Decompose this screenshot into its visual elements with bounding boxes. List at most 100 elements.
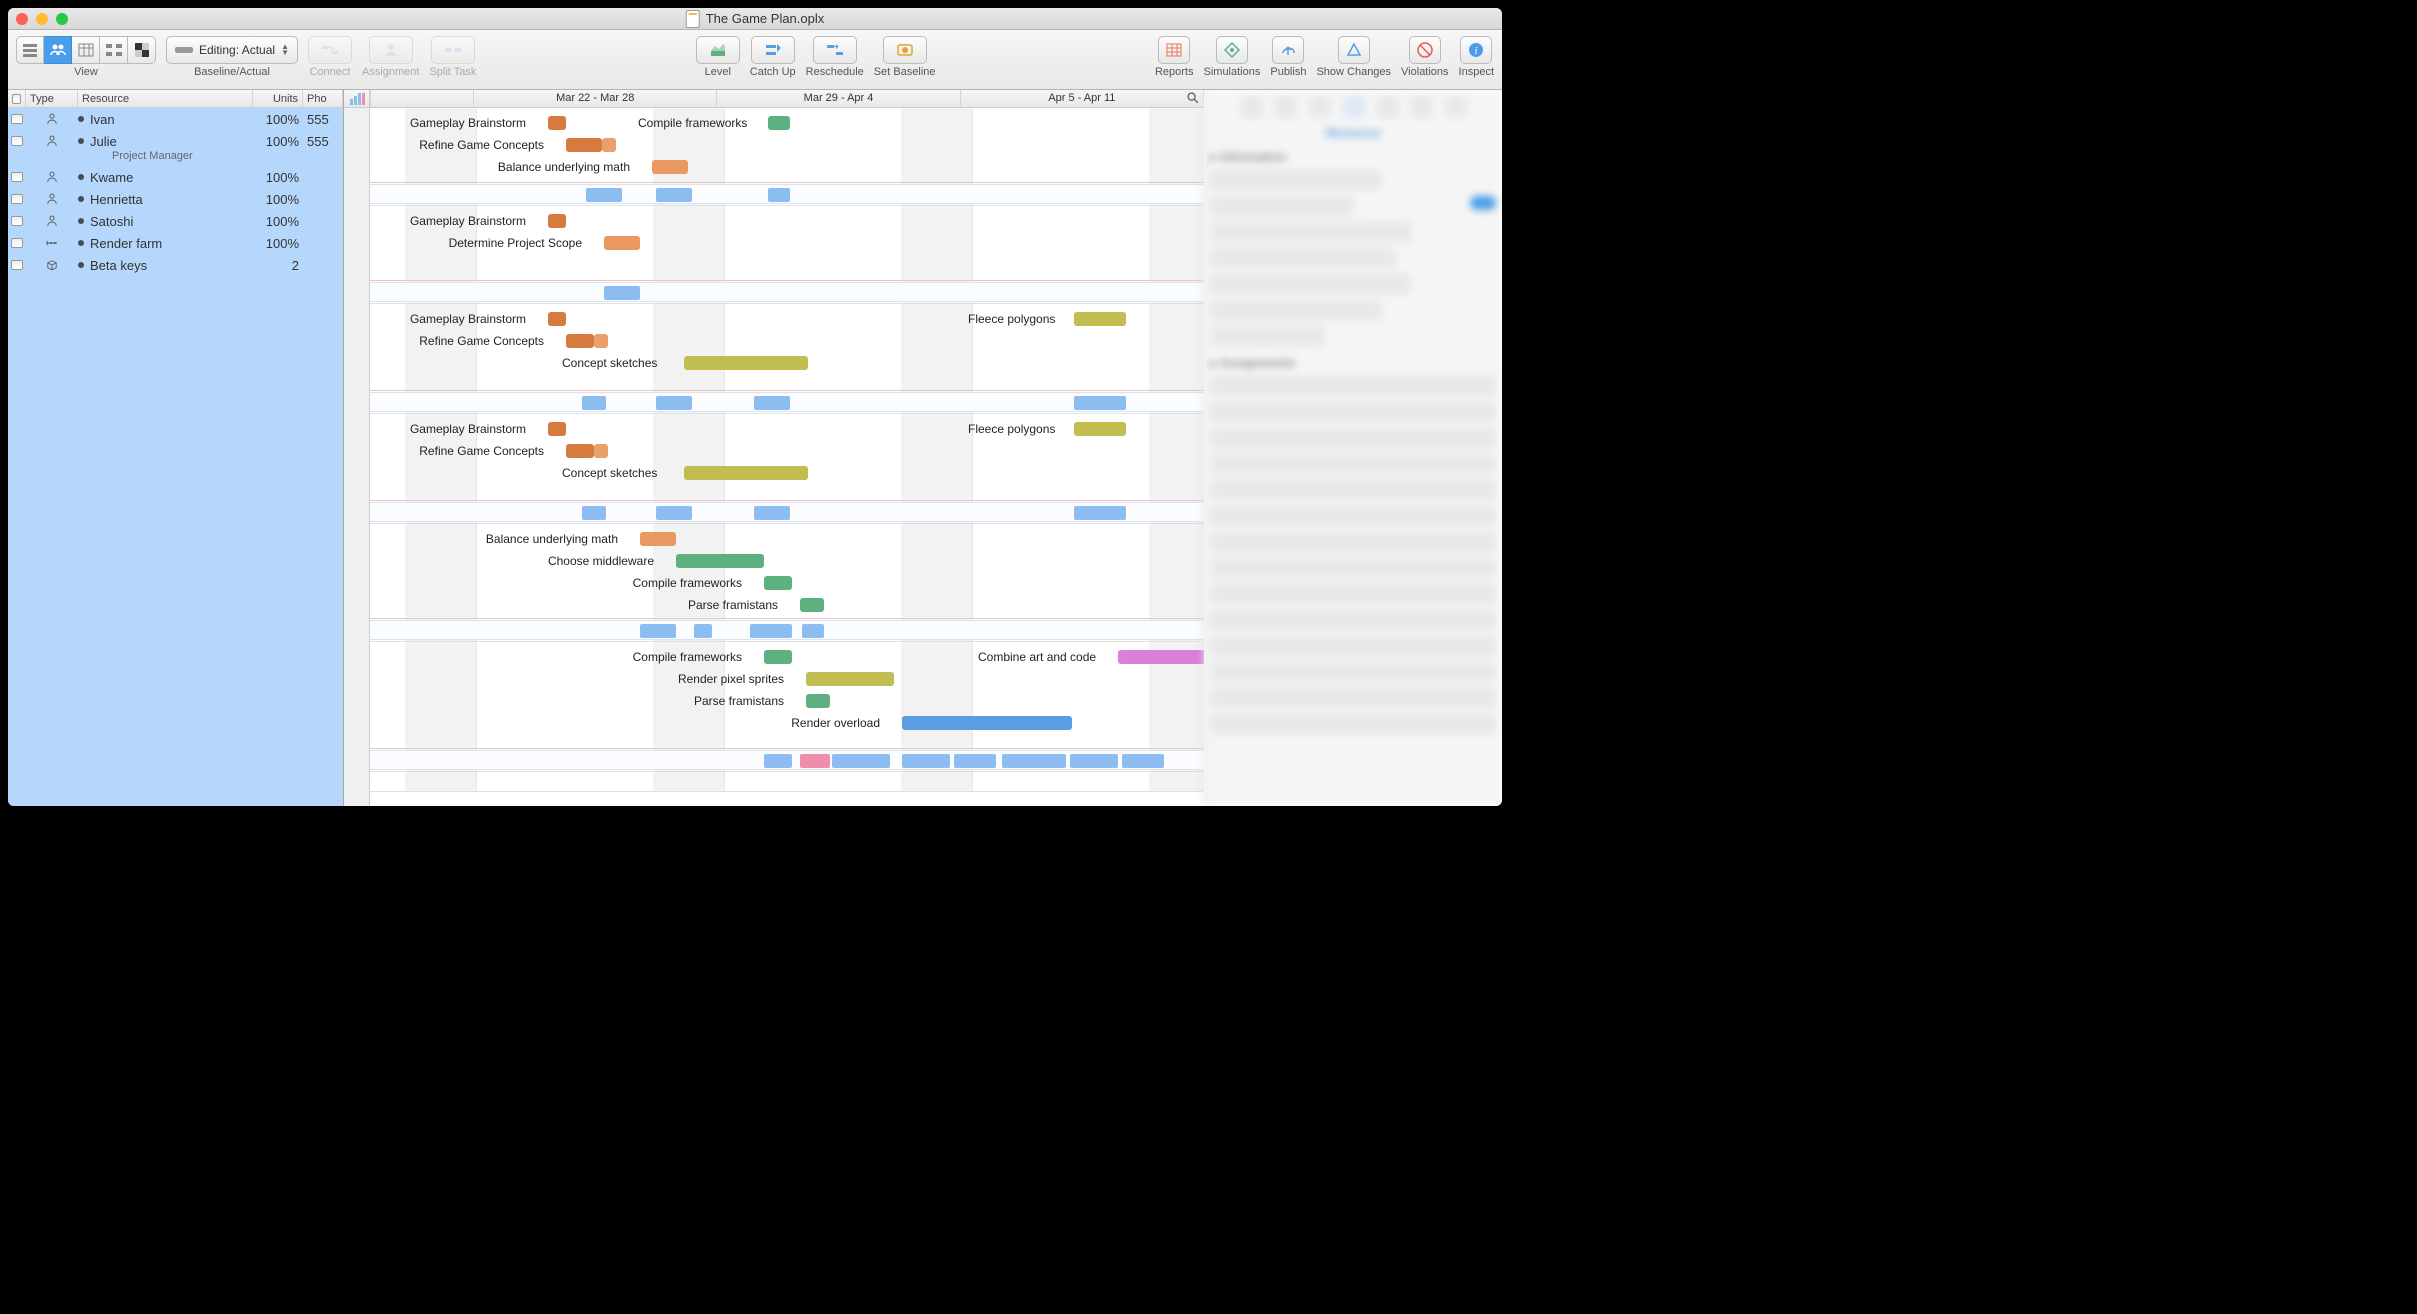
search-icon[interactable] xyxy=(1186,91,1200,108)
close-button[interactable] xyxy=(16,13,28,25)
resource-header-col[interactable]: Resource xyxy=(78,90,253,107)
type-icon xyxy=(26,192,78,206)
split-task-button[interactable] xyxy=(431,36,475,64)
allocation-icon xyxy=(349,93,365,105)
level-label: Level xyxy=(705,66,731,78)
task-bar[interactable] xyxy=(1074,422,1126,436)
connect-label: Connect xyxy=(309,66,350,78)
task-bar[interactable] xyxy=(764,650,792,664)
reports-button[interactable] xyxy=(1158,36,1190,64)
task-bar-split[interactable] xyxy=(594,334,608,348)
view-network-button[interactable] xyxy=(100,36,128,64)
resource-name: Ivan xyxy=(90,112,115,127)
pho-header[interactable]: Pho xyxy=(303,90,343,107)
task-bar[interactable] xyxy=(806,694,830,708)
availability-block xyxy=(640,624,676,638)
task-bar-split[interactable] xyxy=(594,444,608,458)
task-label: Balance underlying math xyxy=(430,160,630,174)
task-bar[interactable] xyxy=(800,598,824,612)
task-bar[interactable] xyxy=(902,716,1072,730)
minimize-button[interactable] xyxy=(36,13,48,25)
window-title-text: The Game Plan.oplx xyxy=(706,11,825,26)
reschedule-label: Reschedule xyxy=(806,66,864,78)
availability-block xyxy=(954,754,996,768)
resource-row[interactable]: Ivan 100% 555 xyxy=(8,108,343,130)
view-calendar-button[interactable] xyxy=(72,36,100,64)
task-bar-split[interactable] xyxy=(602,138,616,152)
task-bar[interactable] xyxy=(640,532,676,546)
set-baseline-button[interactable] xyxy=(883,36,927,64)
gantt-row-labels xyxy=(344,90,370,806)
window-title: The Game Plan.oplx xyxy=(686,10,825,28)
task-bar[interactable] xyxy=(1118,650,1204,664)
resource-row[interactable]: Henrietta 100% xyxy=(8,188,343,210)
availability-block xyxy=(832,754,890,768)
grip-icon[interactable] xyxy=(11,260,23,270)
task-bar[interactable] xyxy=(676,554,764,568)
grip-icon[interactable] xyxy=(11,172,23,182)
zoom-button[interactable] xyxy=(56,13,68,25)
task-bar[interactable] xyxy=(684,356,808,370)
task-bar[interactable] xyxy=(604,236,640,250)
gantt-row: Kwame Do Gameplay BrainstormRefine Game … xyxy=(370,304,1204,414)
catch-up-button[interactable] xyxy=(751,36,795,64)
task-bar[interactable] xyxy=(768,116,790,130)
units-value: 100% xyxy=(253,192,303,207)
resource-row[interactable]: Kwame 100% xyxy=(8,166,343,188)
task-bar[interactable] xyxy=(548,116,566,130)
task-bar[interactable] xyxy=(548,422,566,436)
view-task-button[interactable] xyxy=(16,36,44,64)
availability-track xyxy=(370,282,1204,302)
task-bar[interactable] xyxy=(566,138,602,152)
resource-pane: Type Resource Units Pho Ivan 100% 555 Ju… xyxy=(8,90,344,806)
task-bar[interactable] xyxy=(566,444,594,458)
connect-button[interactable] xyxy=(308,36,352,64)
assignment-button[interactable] xyxy=(369,36,413,64)
resource-name: Render farm xyxy=(90,236,162,251)
grip-icon[interactable] xyxy=(11,114,23,124)
units-header[interactable]: Units xyxy=(253,90,303,107)
availability-block xyxy=(902,754,950,768)
task-bar[interactable] xyxy=(764,576,792,590)
type-header[interactable]: Type xyxy=(26,90,78,107)
availability-track xyxy=(370,750,1204,770)
assignment-label: Assignment xyxy=(362,66,419,78)
task-bar[interactable] xyxy=(566,334,594,348)
type-icon xyxy=(26,134,78,148)
resource-name: Julie xyxy=(90,134,117,149)
resource-row[interactable]: Render farm 100% xyxy=(8,232,343,254)
task-bar[interactable] xyxy=(548,214,566,228)
resource-name: Satoshi xyxy=(90,214,133,229)
grip-icon[interactable] xyxy=(11,238,23,248)
grip-icon[interactable] xyxy=(11,216,23,226)
availability-block xyxy=(582,506,606,520)
grip-icon[interactable] xyxy=(11,194,23,204)
resource-row[interactable]: Beta keys 2 xyxy=(8,254,343,276)
task-label: Fleece polygons xyxy=(968,422,1055,436)
level-button[interactable] xyxy=(696,36,740,64)
task-bar[interactable] xyxy=(684,466,808,480)
gantt-row: Satoshi Do Balance underlying mathChoose… xyxy=(370,524,1204,642)
type-icon xyxy=(26,112,78,126)
show-changes-button[interactable] xyxy=(1338,36,1370,64)
resource-subtitle: Project Manager xyxy=(112,150,343,162)
task-bar[interactable] xyxy=(652,160,688,174)
availability-block xyxy=(656,506,692,520)
document-icon xyxy=(686,10,700,28)
pho-value: 555 xyxy=(303,112,343,127)
view-resource-button[interactable] xyxy=(44,36,72,64)
resource-row[interactable]: Satoshi 100% xyxy=(8,210,343,232)
violations-button[interactable] xyxy=(1409,36,1441,64)
baseline-actual-selector[interactable]: Editing: Actual ▲▼ xyxy=(166,36,298,64)
task-bar[interactable] xyxy=(1074,312,1126,326)
reschedule-button[interactable] xyxy=(813,36,857,64)
resource-row[interactable]: Julie 100% 555 xyxy=(8,130,343,152)
publish-button[interactable] xyxy=(1272,36,1304,64)
view-styles-button[interactable] xyxy=(128,36,156,64)
simulations-button[interactable] xyxy=(1216,36,1248,64)
task-bar[interactable] xyxy=(548,312,566,326)
grip-icon[interactable] xyxy=(11,136,23,146)
inspect-button[interactable]: i xyxy=(1460,36,1492,64)
task-bar[interactable] xyxy=(806,672,894,686)
gantt-main[interactable]: Mar 22 - Mar 28 Mar 29 - Apr 4 Apr 5 - A… xyxy=(370,90,1204,806)
